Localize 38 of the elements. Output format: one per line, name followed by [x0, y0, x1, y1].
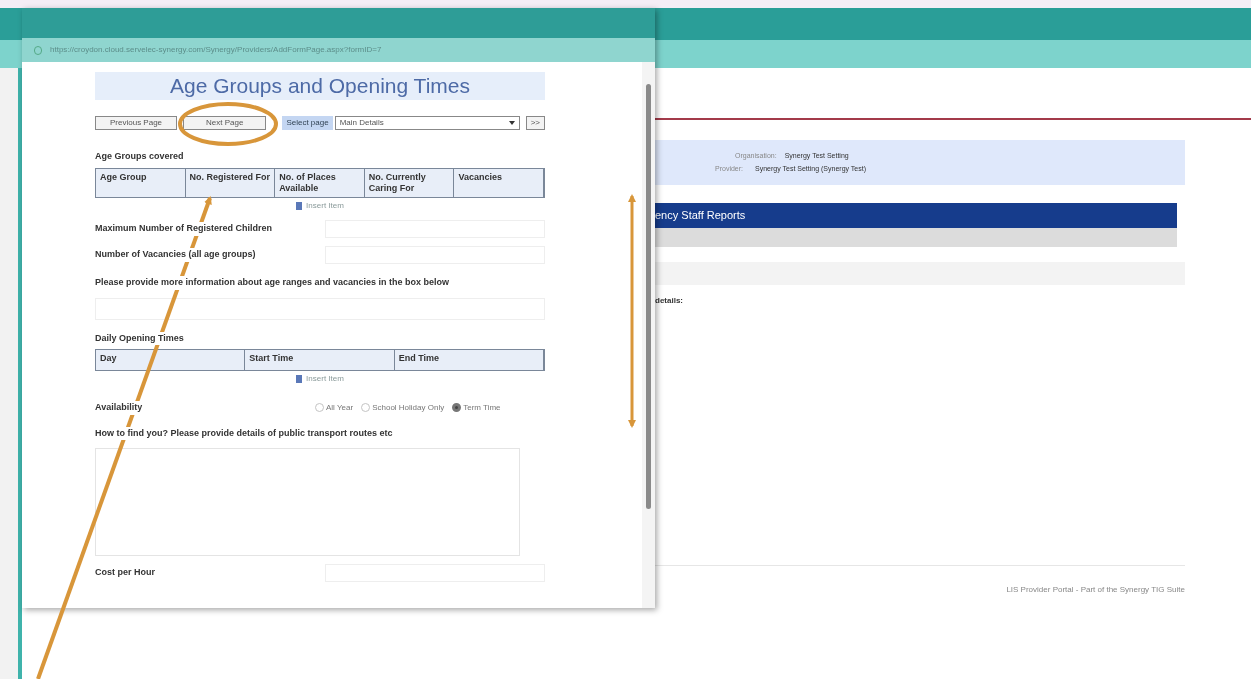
field-label: Maximum Number of Registered Children: [95, 222, 273, 236]
insert-icon[interactable]: [296, 202, 303, 210]
field-label: Availability: [95, 401, 143, 415]
menu-bar-title: ency Staff Reports: [655, 208, 746, 224]
column-header: Day: [96, 350, 246, 370]
field-label: Please provide more information about age ranges and vacancies in the box below: [95, 276, 450, 290]
page-select[interactable]: Main Details: [334, 116, 520, 130]
section-title: Daily Opening Times: [95, 331, 184, 345]
field-label: Number of Vacancies (all age groups): [95, 248, 256, 262]
field-label: How to find you? Please provide details of public transport routes etc: [95, 426, 393, 440]
radio-option[interactable]: All Year: [315, 401, 354, 414]
column-header: Start Time: [245, 350, 395, 370]
column-header: End Time: [394, 350, 544, 370]
radio-option[interactable]: School Holiday Only: [361, 401, 445, 414]
column-header: Age Group: [96, 168, 186, 197]
column-header: No. of Places Available: [275, 168, 365, 197]
page-heading: Age Groups and Opening Times: [170, 73, 470, 100]
insert-item-link[interactable]: Insert Item: [306, 373, 344, 385]
footer-text: LIS Provider Portal - Part of the Synergy TIG Suite: [1006, 584, 1185, 596]
column-header: Vacancies: [454, 168, 544, 197]
scrollbar-thumb[interactable]: [646, 84, 651, 509]
section-title: Age Groups covered: [95, 150, 184, 164]
radio-option[interactable]: Term Time: [452, 401, 501, 414]
insert-item-link[interactable]: Insert Item: [306, 200, 344, 212]
field-label: Cost per Hour: [95, 566, 155, 580]
url-text: https://croydon.cloud.servelec-synergy.com/Synergy/Providers/AddFormPage.aspx?formID=7: [50, 44, 382, 56]
details-label: details:: [655, 295, 684, 307]
column-header: No. Registered For: [185, 168, 276, 197]
dropdown-caret-icon: [508, 121, 515, 125]
previous-page-button[interactable]: Previous Page: [95, 116, 178, 130]
go-button[interactable]: >>: [525, 116, 545, 130]
insert-icon[interactable]: [296, 375, 303, 383]
text-area[interactable]: [95, 297, 545, 320]
next-page-button[interactable]: Next Page: [183, 116, 267, 130]
text-area[interactable]: [95, 448, 520, 556]
scrollbar[interactable]: [642, 62, 655, 608]
select-page-label: Select page: [282, 116, 333, 130]
column-header: No. Currently Caring For: [364, 168, 455, 197]
